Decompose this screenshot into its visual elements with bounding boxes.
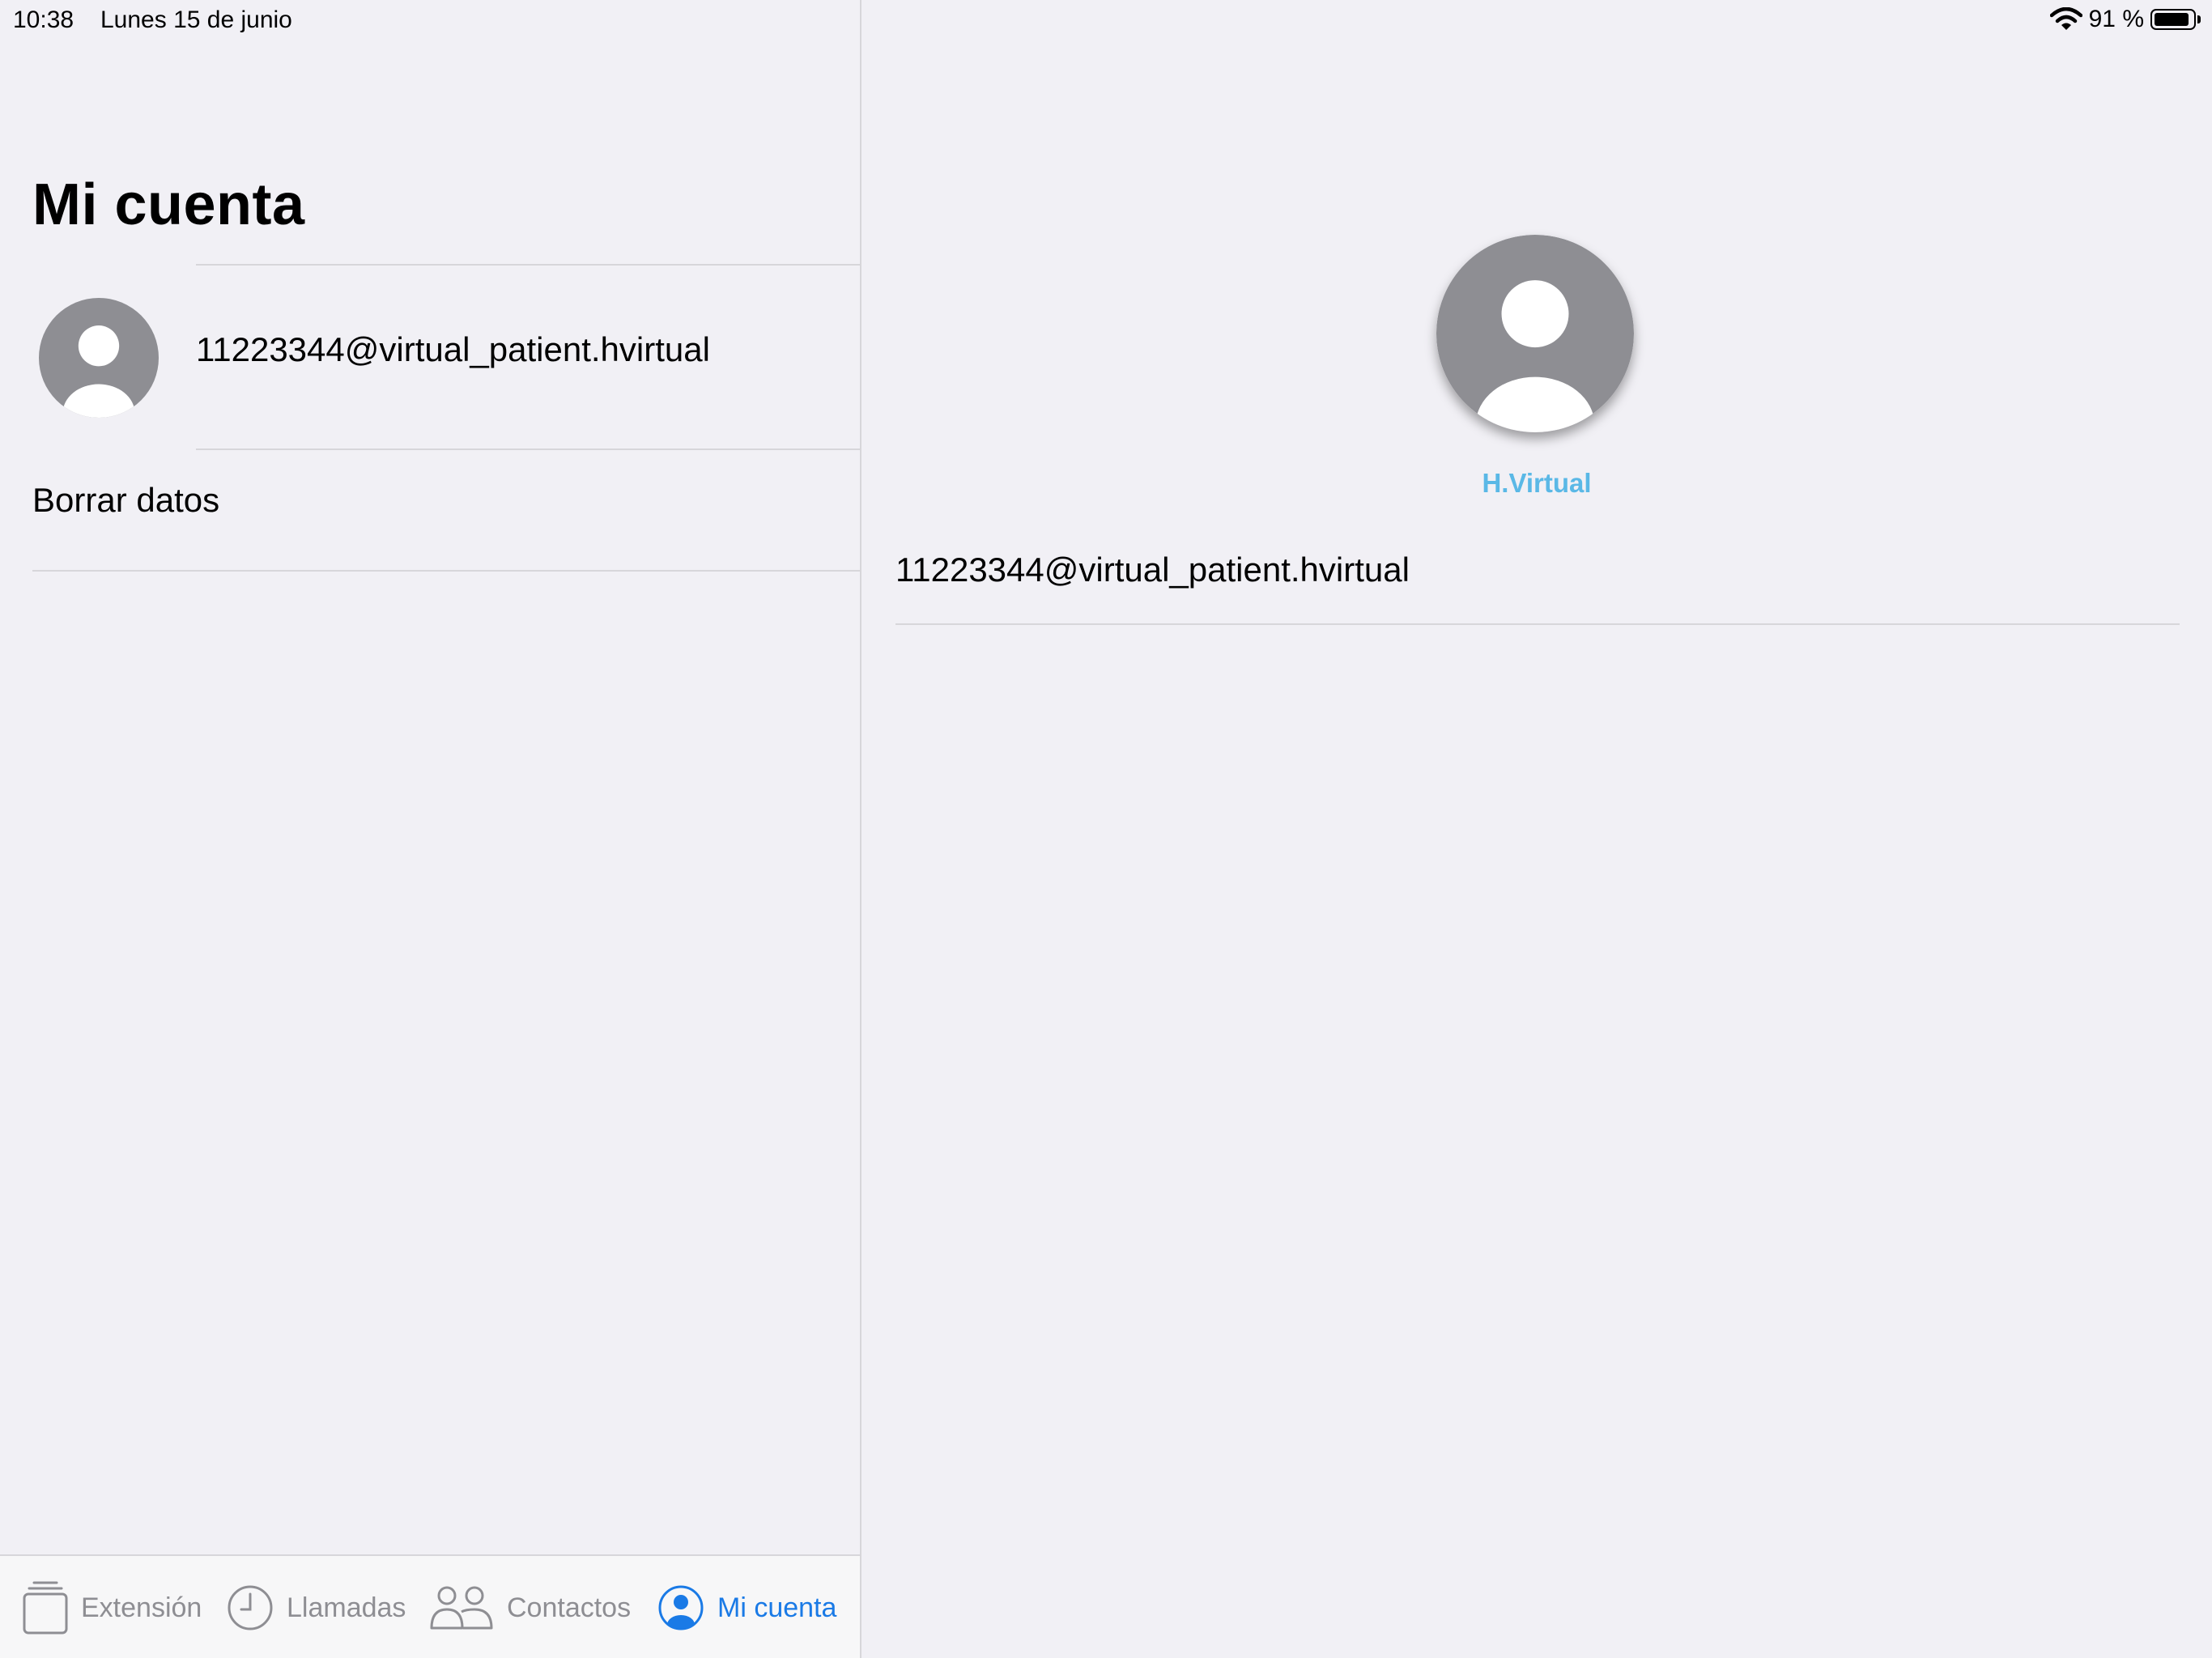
status-time: 10:38 xyxy=(13,6,74,33)
wifi-icon xyxy=(2049,7,2082,30)
battery-level xyxy=(2155,13,2189,26)
tab-mi-cuenta[interactable]: Mi cuenta xyxy=(657,1556,836,1658)
battery-icon xyxy=(2150,9,2196,30)
account-row[interactable]: 11223344@virtual_patient.hvirtual xyxy=(0,266,860,449)
master-panel: Mi cuenta 11223344@virtual_patient.hvirt… xyxy=(0,0,861,1658)
page-title: Mi cuenta xyxy=(32,172,305,237)
tab-label: Mi cuenta xyxy=(717,1592,837,1623)
extension-icon xyxy=(23,1581,68,1635)
delete-data-button[interactable]: Borrar datos xyxy=(32,481,219,520)
separator xyxy=(196,449,860,450)
detail-email: 11223344@virtual_patient.hvirtual xyxy=(895,551,1410,589)
contact-name[interactable]: H.Virtual xyxy=(861,468,2212,499)
tab-llamadas[interactable]: Llamadas xyxy=(227,1556,406,1658)
clock-icon xyxy=(228,1585,273,1630)
person-circle-icon xyxy=(658,1585,704,1630)
avatar-icon[interactable] xyxy=(1436,235,1634,432)
battery-nub xyxy=(2197,15,2201,23)
separator xyxy=(32,570,860,572)
status-bar: 10:38 Lunes 15 de junio 91 % xyxy=(0,0,2212,39)
tab-contactos[interactable]: Contactos xyxy=(429,1556,631,1658)
tab-extension[interactable]: Extensión xyxy=(23,1556,202,1658)
tab-label: Llamadas xyxy=(287,1592,406,1623)
tab-bar: Extensión Llamadas Contactos Mi cuenta xyxy=(0,1554,860,1658)
status-date: Lunes 15 de junio xyxy=(100,6,292,33)
screen: Mi cuenta 11223344@virtual_patient.hvirt… xyxy=(0,0,2212,1658)
tab-label: Extensión xyxy=(81,1592,202,1623)
detail-panel: H.Virtual 11223344@virtual_patient.hvirt… xyxy=(861,0,2212,1658)
avatar-icon xyxy=(39,298,159,418)
separator xyxy=(895,623,2180,625)
account-email: 11223344@virtual_patient.hvirtual xyxy=(196,330,710,368)
battery-percentage: 91 % xyxy=(2088,6,2144,32)
contacts-icon xyxy=(430,1586,493,1630)
tab-label: Contactos xyxy=(507,1592,632,1623)
status-right: 91 % xyxy=(2049,5,2201,34)
